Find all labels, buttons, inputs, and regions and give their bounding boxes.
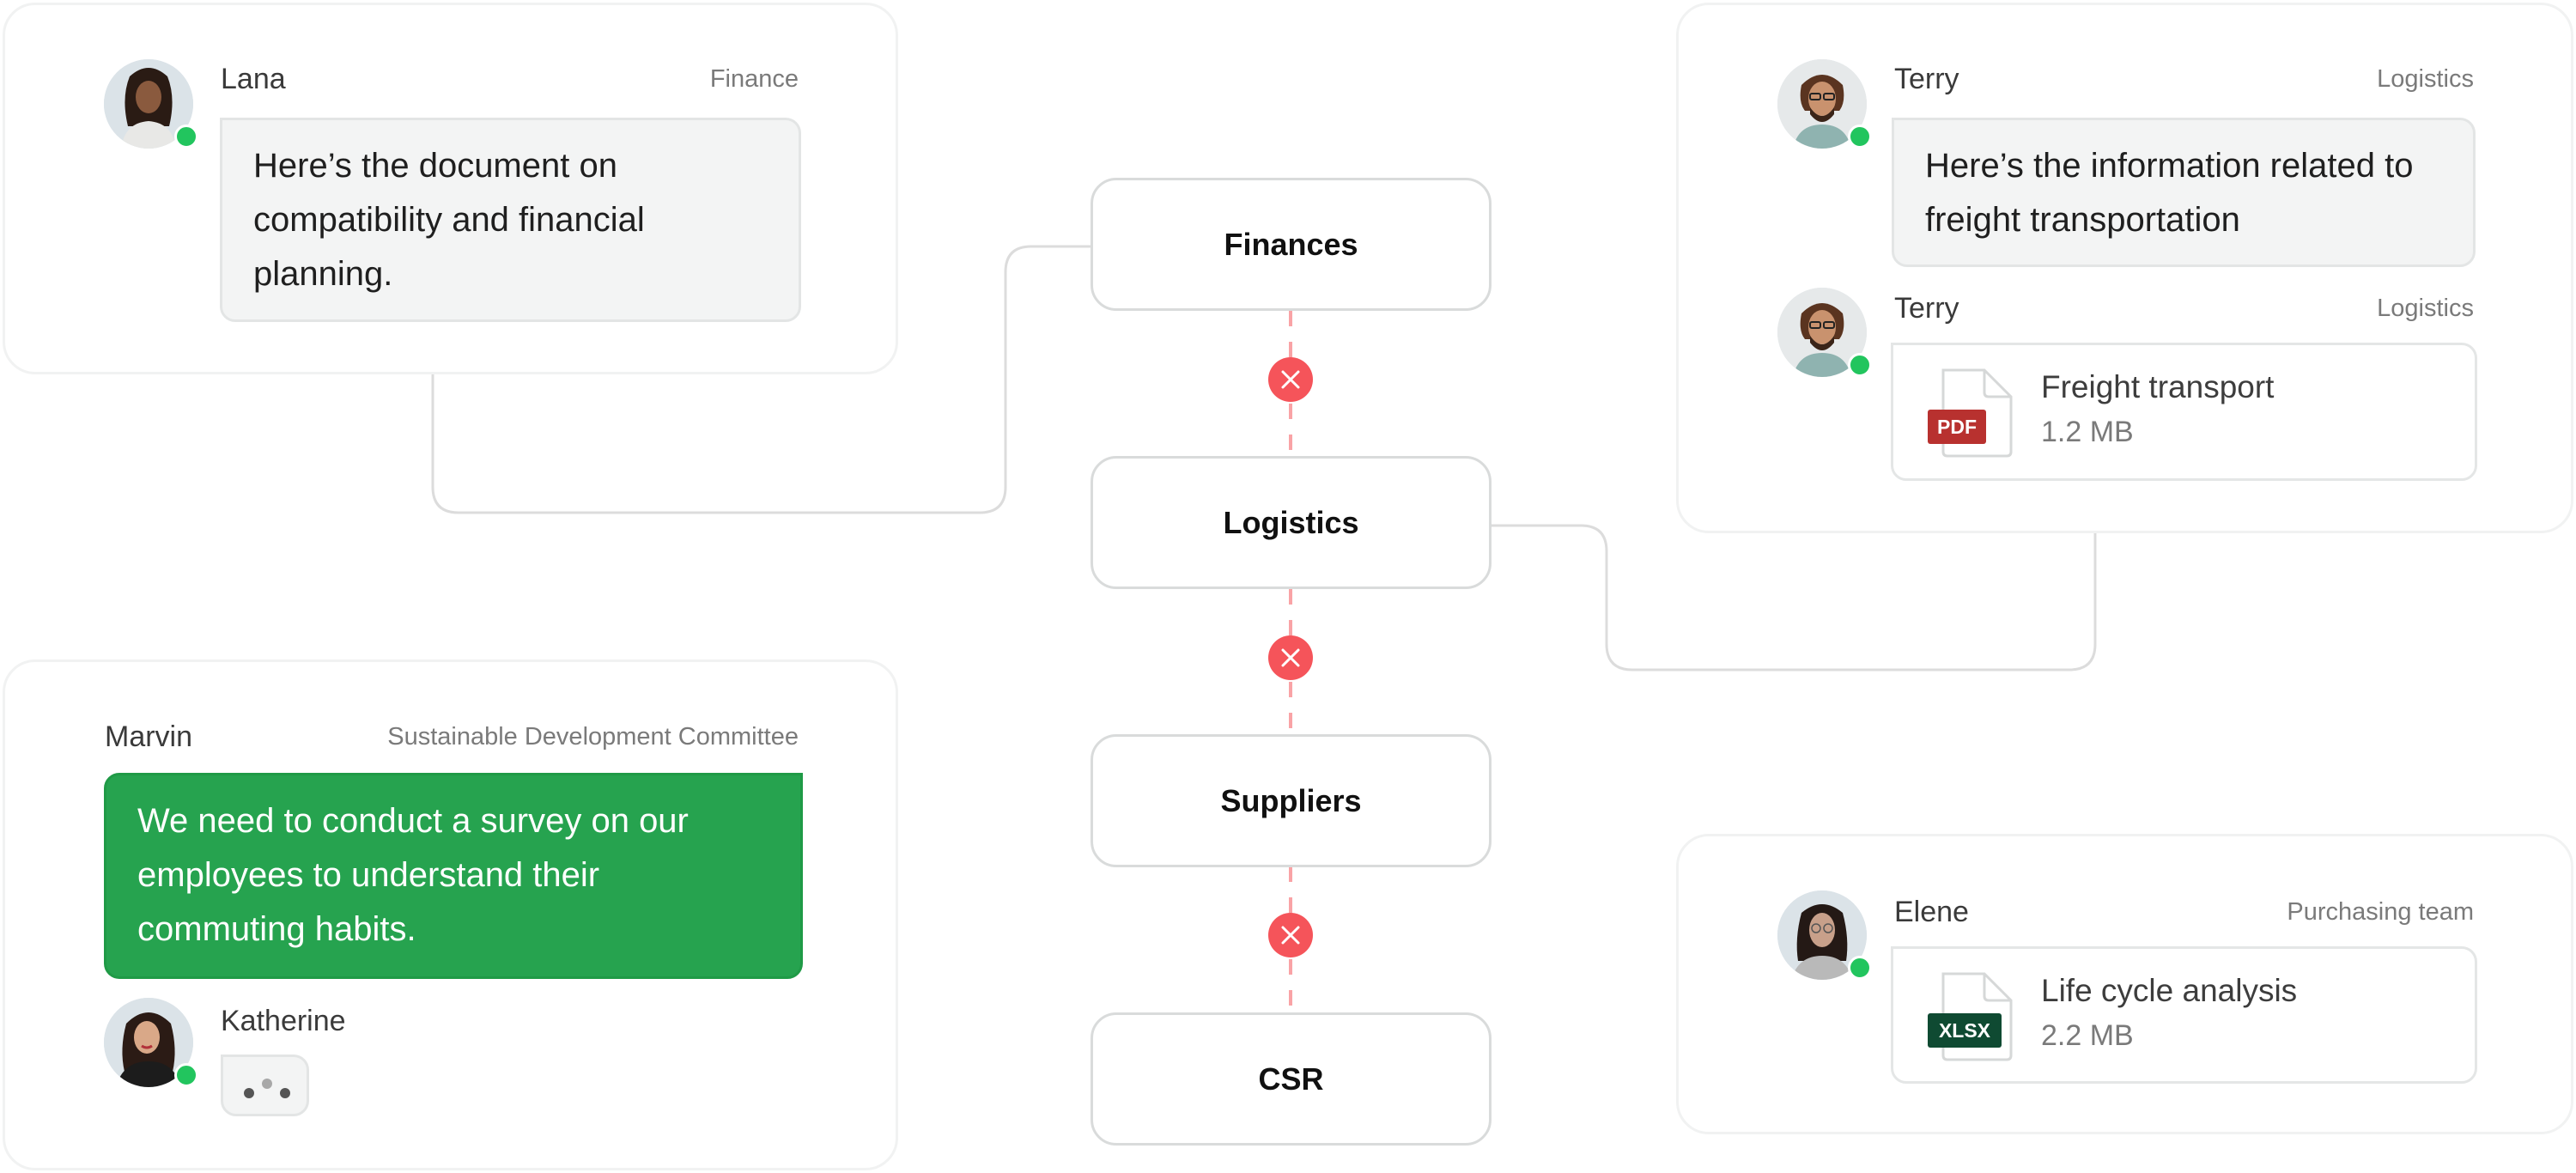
avatar-terry[interactable] — [1777, 288, 1872, 377]
typing-dot — [280, 1088, 290, 1098]
online-status-dot — [1848, 125, 1872, 149]
flow-node-suppliers[interactable]: Suppliers — [1091, 734, 1492, 867]
file-size: 2.2 MB — [2041, 1019, 2134, 1052]
flow-node-finances[interactable]: Finances — [1091, 178, 1492, 311]
blocked-link-button[interactable] — [1268, 357, 1313, 402]
x-icon — [1281, 370, 1300, 389]
sender-team: Purchasing team — [2287, 898, 2474, 926]
sender-team: Logistics — [2377, 295, 2474, 322]
sender-name: Marvin — [105, 720, 193, 753]
message-bubble: Here’s the information related to freigh… — [1892, 118, 2476, 267]
x-icon — [1281, 648, 1300, 667]
avatar-katherine[interactable] — [104, 998, 198, 1087]
avatar-lana[interactable] — [104, 59, 198, 149]
chat-card-finance: Lana Finance Here’s the document on comp… — [3, 3, 898, 374]
connector-logistics-node-to-logistics-card — [1492, 524, 2097, 672]
sender-team: Finance — [709, 65, 799, 93]
svg-text:PDF: PDF — [1937, 416, 1977, 438]
chat-card-logistics: Terry Logistics Here’s the information r… — [1676, 3, 2573, 533]
pdf-file-icon: PDF — [1928, 368, 2013, 458]
file-name: Freight transport — [2041, 369, 2275, 404]
blocked-link-button[interactable] — [1268, 913, 1313, 957]
file-attachment-xlsx[interactable]: XLSX Life cycle analysis 2.2 MB — [1891, 946, 2477, 1084]
sender-name: Katherine — [221, 1005, 346, 1037]
avatar-terry[interactable] — [1777, 59, 1872, 149]
online-status-dot — [1848, 353, 1872, 377]
message-bubble-own: We need to conduct a survey on our emplo… — [104, 773, 803, 979]
blocked-link-button[interactable] — [1268, 635, 1313, 680]
message-bubble: Here’s the document on compatibility and… — [220, 118, 801, 322]
online-status-dot — [174, 1063, 198, 1087]
sender-team: Logistics — [2377, 65, 2474, 93]
online-status-dot — [174, 125, 198, 149]
typing-indicator — [221, 1054, 309, 1116]
x-icon — [1281, 926, 1300, 945]
file-attachment-pdf[interactable]: PDF Freight transport 1.2 MB — [1891, 343, 2477, 481]
sender-name: Terry — [1894, 63, 1959, 95]
sender-name: Lana — [221, 63, 286, 95]
chat-card-sustainability: Marvin Sustainable Development Committee… — [3, 659, 898, 1170]
xlsx-file-icon: XLSX — [1928, 972, 2013, 1061]
flow-node-csr[interactable]: CSR — [1091, 1012, 1492, 1146]
online-status-dot — [1848, 956, 1872, 980]
typing-dot — [262, 1079, 272, 1089]
sender-name: Terry — [1894, 292, 1959, 325]
chat-card-purchasing: Elene Purchasing team XLSX Life cycle an… — [1676, 834, 2573, 1134]
flow-node-logistics[interactable]: Logistics — [1091, 456, 1492, 589]
svg-text:XLSX: XLSX — [1939, 1019, 1991, 1042]
sender-name: Elene — [1894, 896, 1969, 928]
typing-dot — [244, 1088, 254, 1098]
file-size: 1.2 MB — [2041, 416, 2134, 448]
file-name: Life cycle analysis — [2041, 973, 2298, 1008]
avatar-elene[interactable] — [1777, 890, 1872, 980]
sender-team: Sustainable Development Committee — [387, 723, 799, 751]
